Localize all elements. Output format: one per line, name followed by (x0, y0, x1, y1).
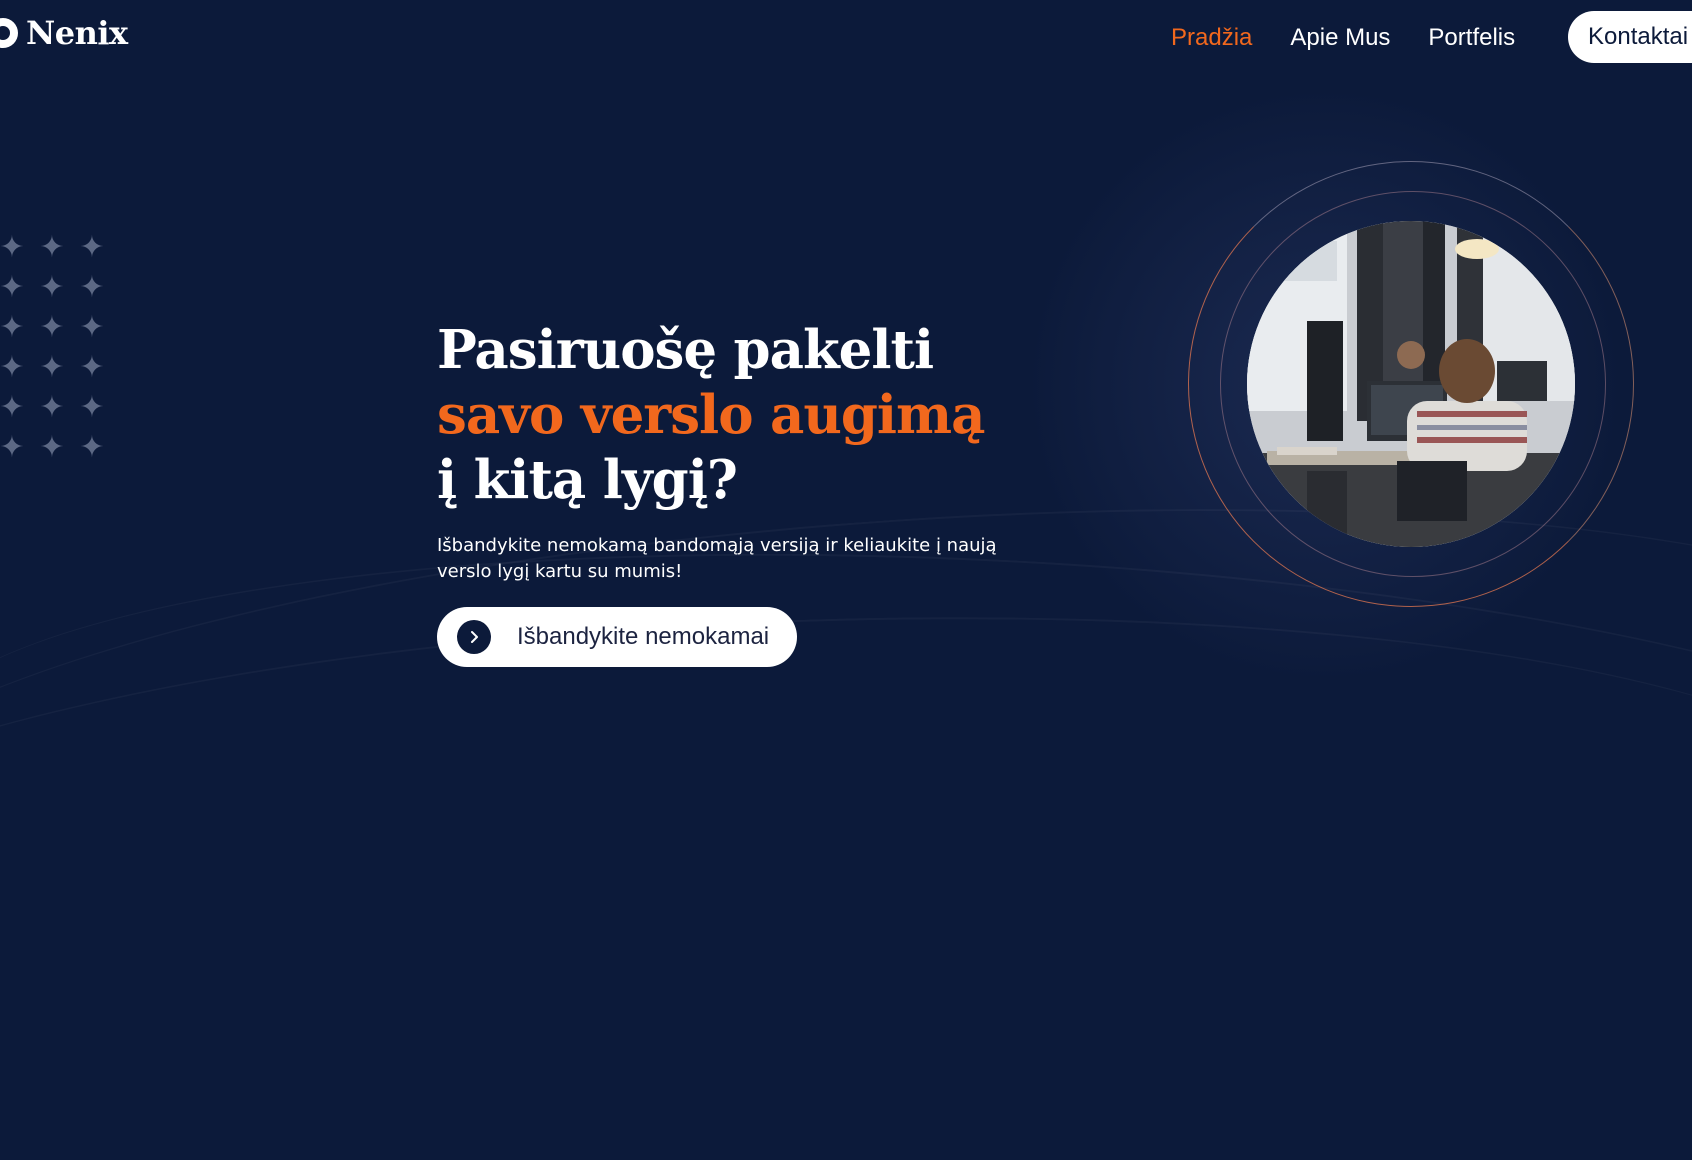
try-free-button[interactable]: Išbandykite nemokamai (437, 607, 797, 667)
contact-button[interactable]: Kontaktai (1568, 11, 1692, 63)
chevron-right-icon (457, 620, 491, 654)
main-nav: Pradžia Apie Mus Portfelis (1171, 20, 1553, 56)
sparkle-icon: ✦ (0, 390, 25, 425)
hero-section: Pasiruošę pakelti savo verslo augimą į k… (437, 318, 1037, 667)
logo-icon (0, 18, 18, 48)
sparkle-icon: ✦ (79, 430, 105, 465)
office-photo (1247, 221, 1575, 547)
nav-item-portfelis[interactable]: Portfelis (1428, 20, 1515, 56)
try-free-label: Išbandykite nemokamai (517, 623, 770, 650)
logo-text: Nenix (26, 14, 128, 52)
sparkle-icon: ✦ (39, 350, 65, 385)
sparkle-icon: ✦ (39, 390, 65, 425)
sparkle-icon: ✦ (79, 230, 105, 265)
sparkle-icon: ✦ (0, 350, 25, 385)
hero-title-line: Pasiruošę pakelti (437, 319, 934, 381)
hero-subtitle: Išbandykite nemokamą bandomąją versiją i… (437, 535, 997, 582)
hero-title: Pasiruošę pakelti savo verslo augimą į k… (437, 318, 1037, 513)
sparkle-icon: ✦ (0, 270, 25, 305)
sparkle-icon: ✦ (0, 430, 25, 465)
nav-item-apie-mus[interactable]: Apie Mus (1290, 20, 1390, 56)
sparkle-icon: ✦ (79, 270, 105, 305)
sparkle-icon: ✦ (79, 310, 105, 345)
nav-item-pradzia[interactable]: Pradžia (1171, 20, 1252, 56)
hero-title-highlight: savo verslo augimą (437, 384, 985, 446)
sparkle-icon: ✦ (39, 230, 65, 265)
sparkle-icon: ✦ (39, 270, 65, 305)
hero-title-line: į kitą lygį? (437, 449, 738, 511)
decorative-star-grid: ✦ ✦ ✦ ✦ ✦ ✦ ✦ ✦ ✦ ✦ ✦ ✦ ✦ ✦ ✦ ✦ ✦ ✦ (0, 228, 112, 468)
sparkle-icon: ✦ (0, 230, 25, 265)
sparkle-icon: ✦ (79, 390, 105, 425)
sparkle-icon: ✦ (0, 310, 25, 345)
sparkle-icon: ✦ (39, 310, 65, 345)
sparkle-icon: ✦ (79, 350, 105, 385)
logo[interactable]: Nenix (0, 14, 128, 52)
sparkle-icon: ✦ (39, 430, 65, 465)
